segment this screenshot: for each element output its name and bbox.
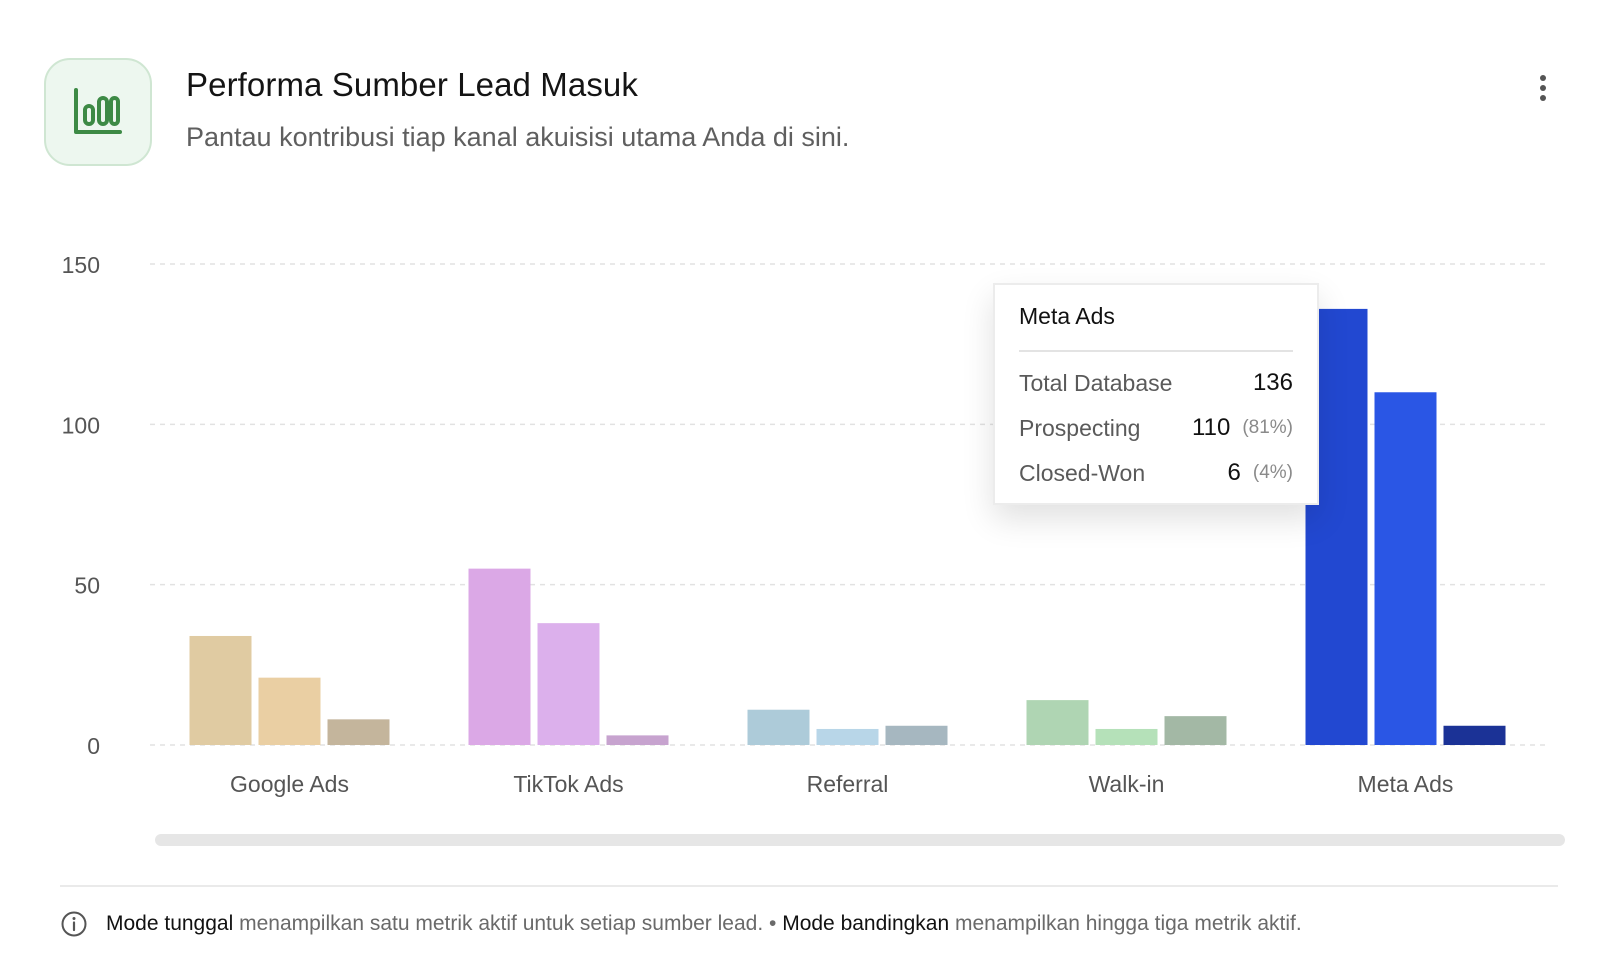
x-tick-label: Walk-in (1089, 771, 1165, 797)
tooltip-label: Total Database (1019, 369, 1173, 396)
chart-horizontal-scrollbar[interactable] (155, 834, 1565, 846)
bar (537, 623, 600, 745)
footnote: Mode tunggal menampilkan satu metrik akt… (60, 910, 1302, 938)
footnote-mode-single: Mode tunggal (106, 912, 234, 935)
x-tick-label: Meta Ads (1358, 771, 1454, 797)
chart-tooltip: Meta Ads Total Database 136 Prospecting … (993, 283, 1319, 505)
y-tick-label: 150 (62, 252, 100, 278)
y-tick-label: 100 (62, 412, 100, 438)
bar (258, 677, 321, 745)
tooltip-value: 6 (1227, 459, 1241, 486)
bar (1095, 728, 1158, 745)
bar (816, 728, 879, 745)
tooltip-divider (1019, 350, 1293, 352)
info-icon (61, 911, 87, 937)
tooltip-value: 110 (1192, 414, 1231, 441)
x-tick-label: Referral (807, 771, 889, 797)
tooltip-title: Meta Ads (1019, 303, 1115, 329)
bar (606, 735, 669, 745)
footnote-text-single: menampilkan satu metrik aktif untuk seti… (233, 912, 783, 935)
bar (189, 635, 252, 745)
footer-divider (60, 885, 1558, 887)
bar-chart: 0 50 100 150 Google Ads TikTok Ads Referral Wal… (62, 252, 1545, 797)
footnote-text-compare: menampilkan hingga tiga metrik aktif. (949, 912, 1302, 935)
tooltip-percent: (4%) (1252, 462, 1293, 483)
footnote-mode-compare: Mode bandingkan (782, 912, 950, 935)
bar (1374, 392, 1437, 745)
bar (1443, 725, 1506, 745)
tooltip-value: 136 (1252, 369, 1293, 396)
bar (885, 725, 948, 745)
x-tick-label: Google Ads (230, 771, 349, 797)
bar (1026, 700, 1089, 745)
tooltip-row-total: Total Database 136 (1019, 368, 1293, 398)
bar (327, 719, 390, 745)
bar (1164, 716, 1227, 745)
tooltip-percent: (81%) (1242, 417, 1293, 438)
bar (747, 709, 810, 745)
x-tick-label: TikTok Ads (513, 771, 623, 797)
y-tick-label: 50 (74, 573, 100, 599)
tooltip-row-prospecting: Prospecting 110 (81%) (1019, 413, 1293, 443)
tooltip-label: Closed-Won (1019, 459, 1146, 486)
bar (468, 568, 531, 745)
y-tick-label: 0 (87, 733, 100, 759)
tooltip-label: Prospecting (1019, 414, 1141, 441)
tooltip-row-closed-won: Closed-Won 6 (4%) (1019, 458, 1293, 488)
